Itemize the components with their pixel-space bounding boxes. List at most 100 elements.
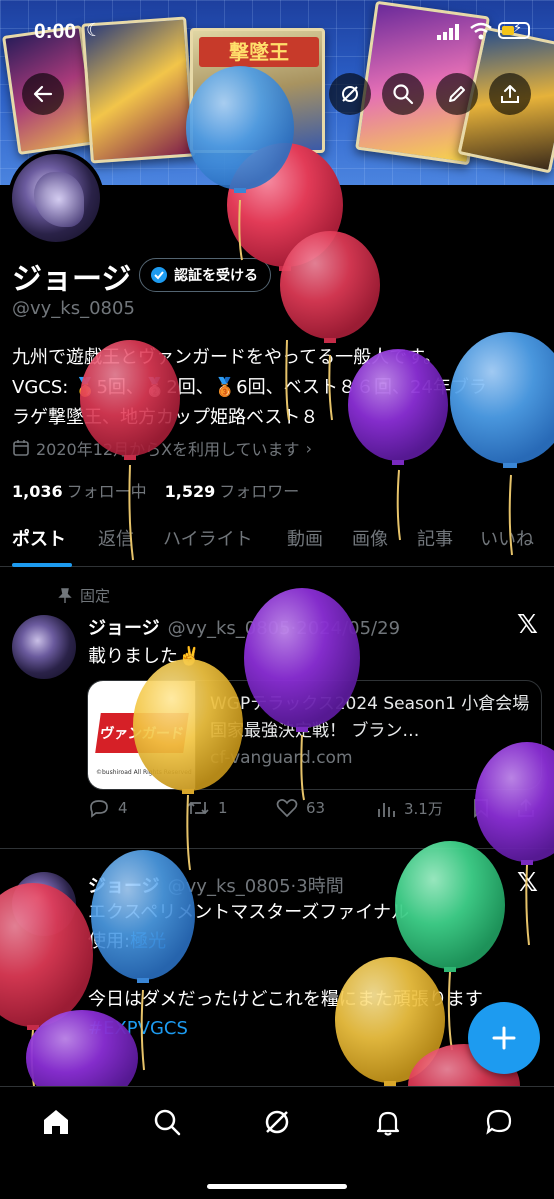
notifications-icon[interactable] (373, 1107, 403, 1137)
back-arrow-icon (33, 85, 53, 103)
bio-line: ラゲ撃墜王、地方カップ姫路ベスト８ (12, 407, 319, 428)
search-button[interactable] (382, 73, 424, 115)
post-meta: @vy_ks_0805·3時間 (167, 876, 344, 897)
verified-badge-icon (151, 267, 167, 283)
compose-button[interactable] (468, 1002, 540, 1074)
pinned-label: 固定 (80, 587, 111, 605)
profile-bio: 九州で遊戯王とヴァンガードをやってる一般人です。 VGCS: 🥇5回、🥈2回、🥉… (12, 343, 542, 433)
profile-avatar[interactable] (8, 150, 104, 246)
profile-tabs: ポスト 返信 ハイライト 動画 画像 記事 いいね (0, 519, 554, 567)
tab-images[interactable]: 画像 (352, 525, 388, 551)
compose-plus-icon (492, 1026, 516, 1050)
followers-link[interactable]: 1,529 フォロワー (165, 478, 300, 502)
bookmark-button[interactable] (472, 798, 490, 818)
post-actions: 4 1 63 3.1万 (88, 798, 538, 824)
post-line: エクスペリメントマスターズファイナル (88, 902, 409, 923)
post-text: エクスペリメントマスターズファイナル 使用:極光 今日はダメだったけどこれを糧に… (88, 898, 483, 1043)
tab-replies[interactable]: 返信 (98, 525, 134, 551)
tab-likes[interactable]: いいね (480, 525, 534, 551)
bookmark-icon (474, 799, 488, 818)
following-count: 1,036 (12, 482, 63, 501)
tab-posts[interactable]: ポスト (12, 525, 66, 551)
link-thumbnail: ヴァンガード ©bushiroad All Rights Reserved (88, 681, 196, 789)
active-tab-indicator (12, 563, 72, 567)
repost-button[interactable]: 1 (186, 798, 228, 818)
cellular-signal-icon (437, 24, 459, 40)
focus-moon-icon: ☾ (86, 20, 103, 41)
joined-label: 2020年12月からXを利用しています (36, 440, 300, 459)
post-line: 今日はダメだったけどこれを糧にまた頑張ります (88, 989, 483, 1010)
post-line: 使用:極光 (88, 927, 483, 956)
post-line-prefix: 使用: (88, 931, 131, 952)
joined-date[interactable]: 2020年12月からXを利用しています › (12, 436, 312, 460)
status-time: 0:00 (34, 20, 77, 43)
home-icon[interactable] (41, 1107, 71, 1137)
thumbnail-caption: ©bushiroad All Rights Reserved (96, 769, 192, 776)
post-header: ジョージ @vy_ks_0805·2024/05/29 (88, 614, 400, 640)
followers-count: 1,529 (164, 482, 216, 501)
reply-count: 4 (118, 799, 128, 817)
views-count: 3.1万 (404, 800, 443, 818)
followers-label: フォロワー (219, 482, 300, 501)
tab-highlights[interactable]: ハイライト (163, 525, 253, 551)
link-title: WGPテラックス2024 Season1 小倉会場 国家最強決定戦！ ブラン… (210, 694, 530, 741)
views-icon (378, 802, 395, 817)
post-meta: @vy_ks_0805·2024/05/29 (167, 618, 401, 639)
share-post-button[interactable] (516, 798, 536, 818)
profile-handle: @vy_ks_0805 (12, 298, 135, 319)
bio-line: VGCS: 🥇5回、🥈2回、🥉6回、ベスト８６回、24年ブラ (12, 377, 487, 398)
post-author[interactable]: ジョージ (88, 876, 160, 897)
get-verified-button[interactable]: 認証を受ける (139, 258, 271, 292)
bio-line: 九州で遊戯王とヴァンガードをやってる一般人です。 (12, 347, 442, 368)
calendar-icon (13, 440, 29, 456)
chevron-right-icon: › (305, 438, 312, 458)
like-button[interactable]: 63 (276, 798, 325, 818)
search-icon[interactable] (152, 1107, 182, 1137)
post-author[interactable]: ジョージ (88, 618, 160, 639)
messages-icon[interactable] (484, 1107, 514, 1137)
post-avatar[interactable] (12, 615, 76, 679)
edit-icon (449, 86, 465, 102)
follow-stats: 1,036 フォロー中 1,529 フォロワー (12, 478, 299, 502)
profile-name: ジョージ (12, 262, 132, 297)
following-link[interactable]: 1,036 フォロー中 (12, 478, 147, 502)
share-button[interactable] (489, 73, 531, 115)
share-icon (501, 85, 519, 103)
status-bar: 0:00 ☾ ⚡ (0, 0, 554, 62)
post-divider (0, 848, 554, 849)
reply-icon (90, 800, 108, 818)
grok-icon (342, 86, 358, 102)
post-tag[interactable]: 極光 (130, 931, 166, 952)
grok-button[interactable] (329, 73, 371, 115)
pinned-indicator: 固定 (58, 585, 110, 606)
post-avatar[interactable] (12, 872, 76, 936)
bottom-navigation (0, 1086, 554, 1199)
back-button[interactable] (22, 73, 64, 115)
grok-icon[interactable] (262, 1107, 292, 1137)
post-header: ジョージ @vy_ks_0805·3時間 (88, 872, 344, 898)
search-icon (393, 84, 414, 105)
vanguard-logo: ヴァンガード (95, 713, 189, 753)
post-hashtag[interactable]: #EXPVGCS (88, 1014, 483, 1043)
wifi-icon (470, 22, 492, 40)
x-logo-icon: 𝕏 (517, 868, 538, 898)
reply-button[interactable]: 4 (88, 798, 128, 818)
edit-button[interactable] (436, 73, 478, 115)
share-icon (518, 798, 534, 817)
repost-icon (187, 801, 209, 815)
like-icon (276, 799, 298, 818)
battery-icon: ⚡ (498, 21, 530, 39)
pin-icon (58, 587, 72, 603)
tab-videos[interactable]: 動画 (287, 525, 323, 551)
post-text: 載りました✌️ (88, 646, 201, 667)
home-indicator (207, 1184, 347, 1189)
repost-count: 1 (218, 799, 228, 817)
following-label: フォロー中 (66, 482, 147, 501)
link-preview-card[interactable]: ヴァンガード ©bushiroad All Rights Reserved WG… (87, 680, 542, 790)
tab-articles[interactable]: 記事 (417, 525, 453, 551)
x-logo-icon: 𝕏 (517, 610, 538, 640)
link-domain: cf-vanguard.com (210, 748, 353, 768)
views-button[interactable]: 3.1万 (376, 798, 443, 819)
get-verified-label: 認証を受ける (174, 268, 258, 284)
